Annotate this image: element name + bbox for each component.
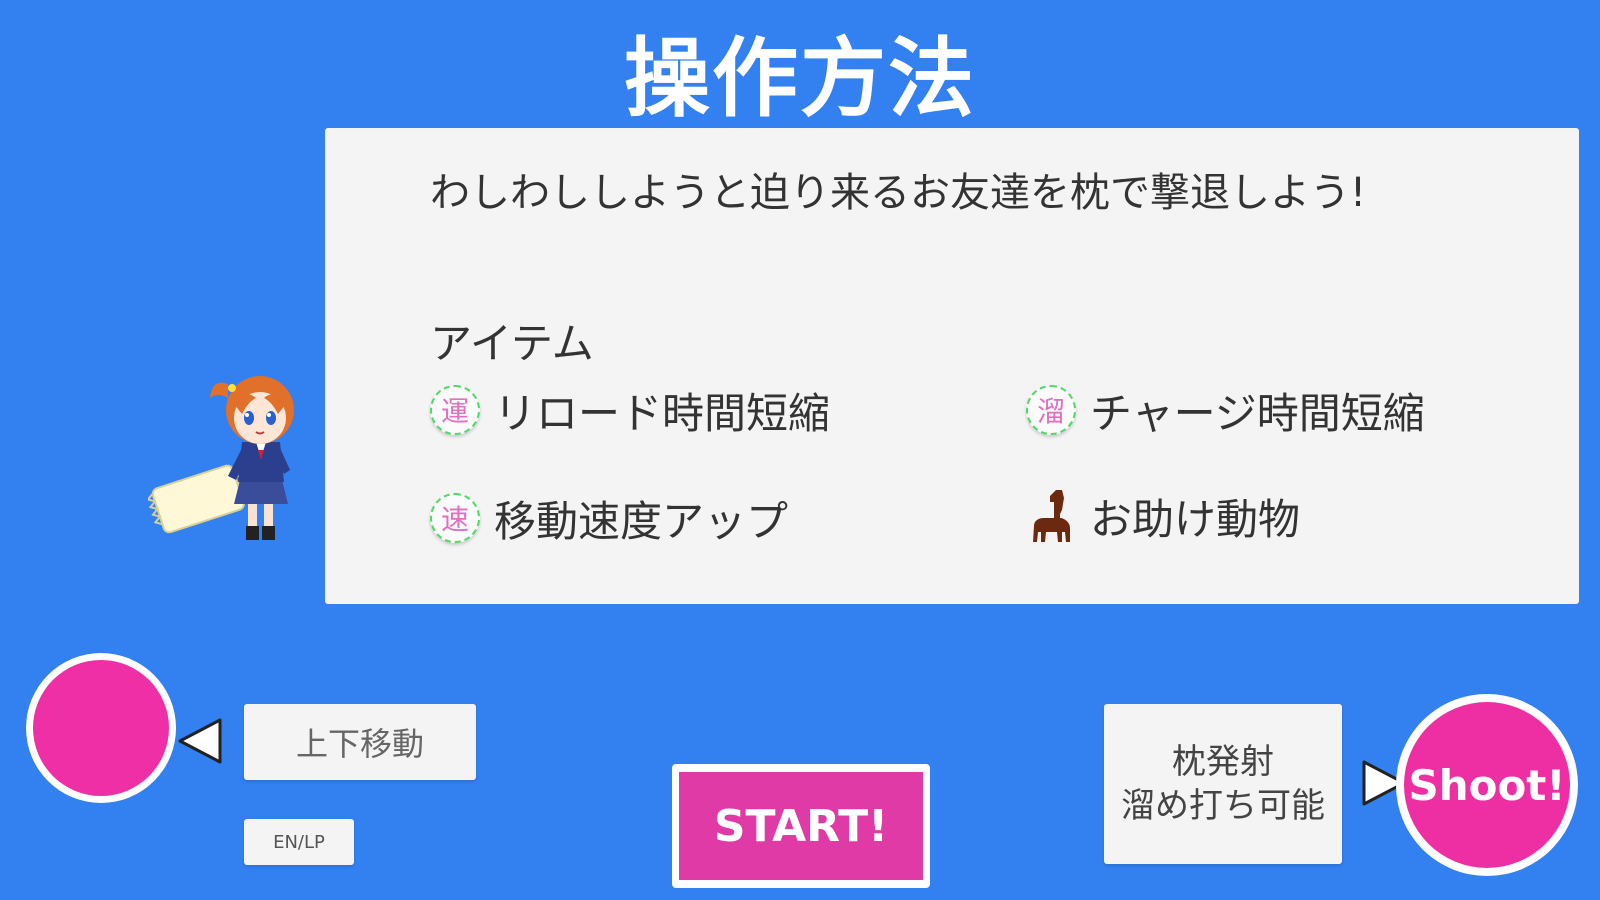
move-joystick-knob[interactable] [33, 660, 169, 796]
item-reload: 運 リロード時間短縮 [430, 380, 830, 440]
shoot-hint-line2: 溜め打ち可能 [1121, 786, 1325, 826]
shoot-button[interactable]: Shoot! [1404, 702, 1570, 868]
speed-badge-icon: 速 [430, 493, 480, 543]
left-pointer-icon [178, 718, 222, 764]
reload-badge-glyph: 運 [440, 395, 469, 428]
intro-text: わしわししようと迫り来るお友達を枕で撃退しよう! [430, 170, 1367, 216]
shoot-hint-line1: 枕発射 [1172, 742, 1274, 782]
language-toggle-button[interactable]: EN/LP [244, 819, 354, 865]
start-button-frame[interactable]: START! [672, 764, 930, 888]
move-hint-label: 上下移動 [244, 704, 476, 780]
charge-badge-glyph: 溜 [1036, 395, 1065, 428]
item-reload-label: リロード時間短縮 [494, 388, 831, 438]
page-title: 操作方法 [624, 29, 976, 129]
charge-badge-icon: 溜 [1026, 385, 1076, 435]
item-speed-label: 移動速度アップ [494, 496, 789, 546]
move-joystick[interactable] [26, 653, 176, 803]
item-helper-animal-label: お助け動物 [1090, 494, 1301, 544]
item-helper-animal: お助け動物 [1026, 486, 1300, 546]
item-charge: 溜 チャージ時間短縮 [1026, 380, 1425, 440]
start-button[interactable]: START! [679, 772, 923, 880]
alpaca-icon [1033, 490, 1070, 542]
reload-badge-icon: 運 [430, 385, 480, 435]
item-charge-label: チャージ時間短縮 [1090, 388, 1425, 438]
item-speed: 速 移動速度アップ [430, 488, 788, 548]
shoot-button-frame[interactable]: Shoot! [1396, 694, 1578, 876]
items-heading: アイテム [430, 319, 594, 368]
speed-badge-glyph: 速 [440, 503, 469, 536]
shoot-hint-label: 枕発射 溜め打ち可能 [1104, 704, 1342, 864]
character-sprite [148, 376, 294, 540]
